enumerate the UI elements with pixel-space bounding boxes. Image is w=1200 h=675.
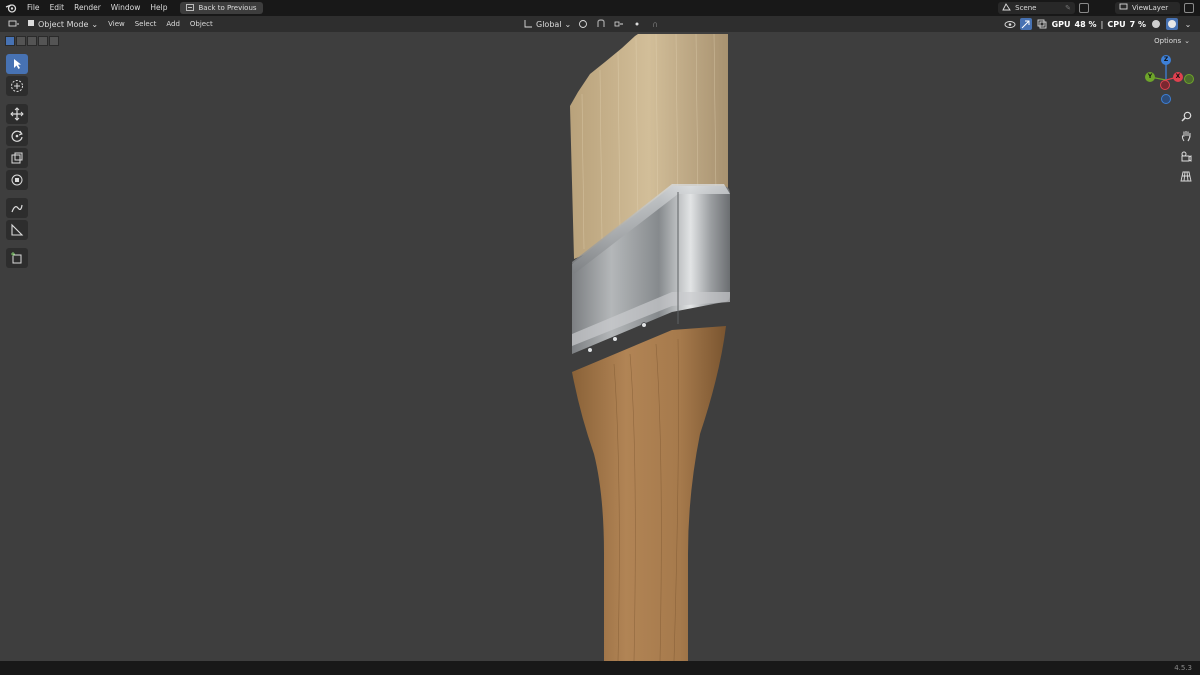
menu-edit[interactable]: Edit	[45, 0, 70, 16]
measure-tool[interactable]	[6, 220, 28, 240]
viewport-header-right: GPU 48 % | CPU 7 % ⌄	[1004, 16, 1194, 32]
select-intersect-icon[interactable]	[49, 36, 59, 46]
menu-select[interactable]: Select	[130, 16, 162, 32]
select-box-tool[interactable]	[6, 54, 28, 74]
falloff-icon[interactable]: ∩	[649, 18, 661, 30]
new-scene-icon[interactable]	[1079, 3, 1089, 13]
scene-name: Scene	[1015, 4, 1037, 12]
gizmo-neg-y-axis[interactable]	[1184, 74, 1194, 84]
material-shading-icon[interactable]	[1166, 18, 1178, 30]
gpu-label: GPU	[1051, 19, 1071, 29]
select-new-icon[interactable]	[5, 36, 15, 46]
menu-add[interactable]: Add	[161, 16, 185, 32]
version-label: 4.5.3	[1174, 664, 1192, 672]
transform-controls: Global ⌄ ∩	[524, 16, 661, 32]
gizmo-toggle-icon[interactable]	[1019, 18, 1032, 30]
navigation-gizmo[interactable]: Z X Y	[1142, 54, 1194, 106]
select-invert-icon[interactable]	[38, 36, 48, 46]
options-button[interactable]: Options ⌄	[1150, 35, 1194, 47]
transform-orientation-label: Global	[536, 19, 562, 29]
perf-separator: |	[1100, 19, 1104, 29]
gizmo-z-axis[interactable]: Z	[1161, 55, 1171, 65]
gpu-value: 48 %	[1074, 19, 1097, 29]
cpu-value: 7 %	[1129, 19, 1146, 29]
menu-window[interactable]: Window	[106, 0, 146, 16]
chevron-down-icon[interactable]: ⌄	[1182, 18, 1194, 30]
select-extend-icon[interactable]	[16, 36, 26, 46]
back-icon	[186, 3, 195, 13]
pan-hand-icon[interactable]	[1178, 128, 1194, 144]
chevron-down-icon: ⌄	[564, 19, 572, 29]
menu-help[interactable]: Help	[145, 0, 172, 16]
3d-viewport[interactable]: Object Mode ⌄ View Select Add Object Glo…	[0, 16, 1200, 661]
solid-shading-icon[interactable]	[1150, 18, 1162, 30]
viewlayer-selector[interactable]: ViewLayer	[1115, 2, 1180, 14]
pin-icon[interactable]: ✎	[1065, 4, 1071, 12]
cpu-label: CPU	[1107, 19, 1126, 29]
scale-tool[interactable]	[6, 148, 28, 168]
snap-icon[interactable]	[595, 18, 607, 30]
back-to-previous-label: Back to Previous	[198, 4, 257, 12]
pivot-point-icon[interactable]	[577, 18, 589, 30]
menu-object[interactable]: Object	[185, 16, 218, 32]
tool-shelf	[6, 54, 28, 268]
options-label: Options	[1154, 37, 1182, 45]
zoom-icon[interactable]	[1178, 108, 1194, 124]
perspective-grid-icon[interactable]	[1178, 168, 1194, 184]
annotate-tool[interactable]	[6, 198, 28, 218]
selection-mode-group	[5, 36, 59, 46]
move-tool[interactable]	[6, 104, 28, 124]
navigation-controls	[1178, 108, 1194, 184]
object-mode-label: Object Mode	[38, 19, 89, 29]
top-bar: File Edit Render Window Help Back to Pre…	[0, 0, 1200, 16]
select-subtract-icon[interactable]	[27, 36, 37, 46]
viewlayer-name: ViewLayer	[1132, 4, 1169, 12]
chevron-down-icon: ⌄	[91, 19, 99, 29]
new-viewlayer-icon[interactable]	[1184, 3, 1194, 13]
chevron-down-icon: ⌄	[1184, 37, 1190, 45]
orientation-icon	[524, 19, 533, 30]
scene-icon	[1002, 3, 1011, 13]
scene-selector[interactable]: Scene ✎	[998, 2, 1075, 14]
viewport-header: Object Mode ⌄ View Select Add Object Glo…	[0, 16, 1200, 32]
menu-file[interactable]: File	[22, 0, 45, 16]
snap-target-icon[interactable]	[613, 18, 625, 30]
gizmo-y-axis[interactable]: Y	[1145, 72, 1155, 82]
add-cube-tool[interactable]	[6, 248, 28, 268]
object-mode-select[interactable]: Object Mode ⌄	[22, 18, 103, 30]
rotate-tool[interactable]	[6, 126, 28, 146]
transform-orientation-select[interactable]: Global ⌄	[524, 19, 571, 30]
object-mode-icon	[27, 19, 35, 29]
paintbrush-render	[570, 34, 730, 661]
gizmo-x-axis[interactable]: X	[1173, 72, 1183, 82]
transform-tool[interactable]	[6, 170, 28, 190]
gizmo-neg-x-axis[interactable]	[1160, 80, 1170, 90]
status-bar: 4.5.3	[0, 661, 1200, 675]
visibility-icon[interactable]	[1004, 18, 1016, 30]
proportional-editing-icon[interactable]	[631, 18, 643, 30]
back-to-previous-button[interactable]: Back to Previous	[180, 2, 263, 14]
menu-view[interactable]: View	[103, 16, 130, 32]
menu-render[interactable]: Render	[69, 0, 106, 16]
cursor-tool[interactable]	[6, 76, 28, 96]
editor-type-icon[interactable]	[6, 18, 22, 30]
gizmo-neg-z-axis[interactable]	[1161, 94, 1171, 104]
blender-logo-icon[interactable]	[0, 0, 22, 16]
camera-view-icon[interactable]	[1178, 148, 1194, 164]
viewlayer-icon	[1119, 3, 1128, 13]
top-right-controls: Scene ✎ ViewLayer	[998, 0, 1200, 16]
overlay-toggle-icon[interactable]	[1036, 18, 1048, 30]
